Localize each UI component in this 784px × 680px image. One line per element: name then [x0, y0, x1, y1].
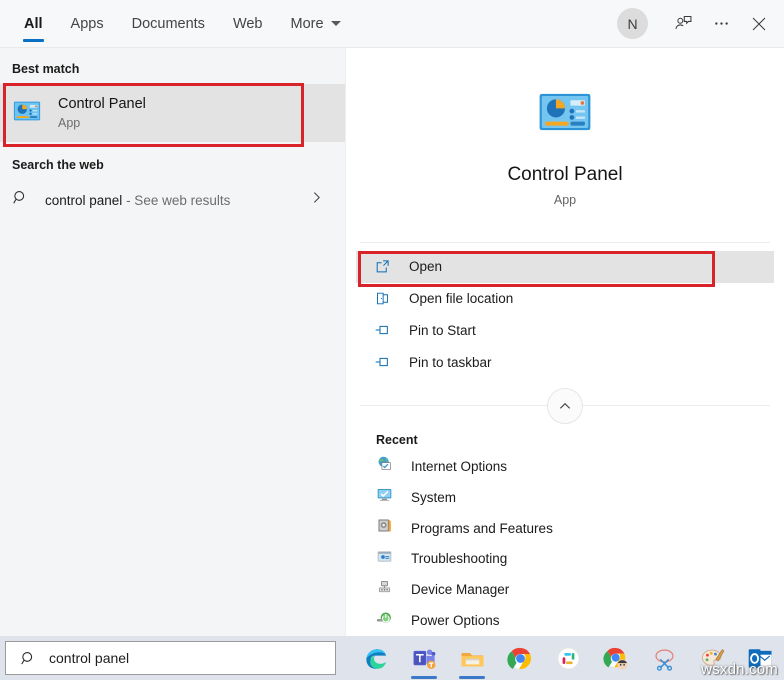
avatar-initial: N [627, 15, 638, 32]
search-icon [12, 189, 29, 211]
chevron-down-icon [330, 21, 341, 26]
open-file-location-label: Open file location [409, 291, 514, 307]
recent-label: System [411, 489, 457, 505]
results-pane: Best match Control Panel App Search the … [0, 48, 346, 636]
folder-location-icon [374, 291, 390, 307]
best-match-title: Control Panel [58, 96, 146, 112]
tab-documents[interactable]: Documents [118, 0, 219, 47]
search-tabs: All Apps Documents Web More [10, 0, 355, 47]
open-external-icon [374, 259, 390, 275]
tab-apps[interactable]: Apps [57, 0, 118, 47]
slack-icon[interactable] [544, 636, 592, 680]
recent-item-system[interactable]: System [346, 482, 784, 513]
recent-heading: Recent [376, 432, 418, 447]
running-indicator [459, 676, 485, 679]
pin-to-taskbar-label: Pin to taskbar [409, 355, 492, 371]
device-manager-icon [376, 579, 393, 601]
pin-to-start-label: Pin to Start [409, 323, 476, 339]
search-web-heading: Search the web [12, 158, 104, 172]
best-match-texts: Control Panel App [58, 95, 146, 131]
control-panel-icon [12, 96, 42, 131]
file-explorer-icon[interactable] [448, 636, 496, 680]
recent-item-internet-options[interactable]: Internet Options [346, 451, 784, 482]
recent-item-power-options[interactable]: Power Options [346, 605, 784, 636]
open-action-label: Open [409, 259, 443, 275]
tab-web[interactable]: Web [219, 0, 277, 47]
tab-all-label: All [24, 15, 43, 32]
search-body: Best match Control Panel App Search the … [0, 48, 784, 636]
search-input[interactable]: control panel [49, 650, 129, 666]
chevron-up-icon[interactable] [547, 387, 583, 424]
app-preview: Control Panel App [346, 48, 784, 242]
feedback-person-icon[interactable] [664, 5, 702, 43]
tab-more-label: More [290, 15, 324, 32]
web-result-query: control panel [45, 192, 123, 208]
chevron-right-icon[interactable] [310, 191, 323, 209]
header-actions: N [617, 0, 778, 47]
recent-item-programs-and-features[interactable]: Programs and Features [346, 513, 784, 544]
preview-subtitle: App [553, 193, 577, 207]
chrome-icon[interactable] [496, 636, 544, 680]
tab-more[interactable]: More [277, 0, 355, 47]
more-ellipsis-icon[interactable] [702, 5, 740, 43]
pin-icon [374, 323, 390, 339]
open-file-location-row[interactable]: Open file location [356, 283, 774, 315]
troubleshooting-icon [376, 548, 393, 570]
snipping-tool-icon[interactable] [640, 636, 688, 680]
close-icon[interactable] [740, 5, 778, 43]
best-match-row[interactable]: Control Panel App [0, 84, 345, 142]
tab-web-label: Web [232, 15, 263, 32]
programs-features-icon [376, 517, 393, 539]
web-result-suffix: - See web results [122, 192, 231, 208]
chrome-profile-icon[interactable] [592, 636, 640, 680]
collapse-section [346, 387, 784, 424]
recent-label: Programs and Features [411, 520, 553, 536]
recent-label: Internet Options [411, 458, 508, 474]
recent-item-troubleshooting[interactable]: Troubleshooting [346, 544, 784, 575]
tab-all[interactable]: All [10, 0, 57, 47]
preview-pane: Control Panel App Open Open file locatio… [346, 48, 784, 636]
recent-label: Device Manager [411, 582, 510, 598]
search-header: All Apps Documents Web More N [0, 0, 784, 48]
edge-icon[interactable] [352, 636, 400, 680]
taskbar-search-box[interactable]: control panel [5, 641, 336, 675]
action-list: Open Open file location Pin to Start Pin… [346, 243, 784, 379]
teams-icon[interactable] [400, 636, 448, 680]
pin-icon [374, 355, 390, 371]
recent-label: Power Options [411, 613, 500, 629]
avatar[interactable]: N [617, 8, 648, 39]
watermark: wsxdn.com [701, 661, 778, 678]
windows-search-screen: All Apps Documents Web More N Best match… [0, 0, 784, 680]
system-icon [376, 486, 393, 508]
control-panel-icon [536, 83, 594, 146]
taskbar: control panel wsxdn.com [0, 636, 784, 680]
tab-apps-label: Apps [70, 15, 104, 32]
power-options-icon [376, 610, 393, 632]
pin-to-start-row[interactable]: Pin to Start [356, 315, 774, 347]
search-icon [20, 650, 37, 667]
web-result-row[interactable]: control panel - See web results [0, 180, 345, 220]
pin-to-taskbar-row[interactable]: Pin to taskbar [356, 347, 774, 379]
recent-item-device-manager[interactable]: Device Manager [346, 574, 784, 605]
running-indicator [411, 676, 437, 679]
tab-documents-label: Documents [131, 15, 205, 32]
open-action-row[interactable]: Open [356, 250, 774, 283]
search-flyout: All Apps Documents Web More N Best match… [0, 0, 784, 636]
recent-label: Troubleshooting [411, 551, 508, 567]
web-result-text: control panel - See web results [45, 193, 230, 208]
best-match-heading: Best match [12, 62, 80, 76]
preview-title: Control Panel [507, 164, 623, 185]
internet-options-icon [376, 455, 393, 477]
best-match-subtitle: App [58, 116, 81, 130]
